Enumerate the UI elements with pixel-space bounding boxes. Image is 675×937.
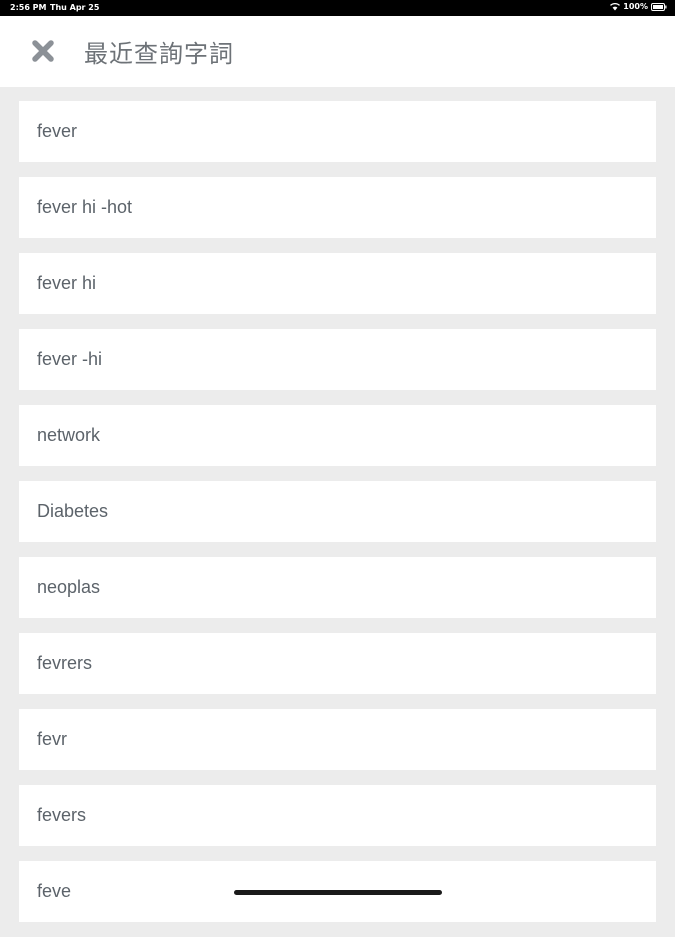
recent-search-label: fevers (37, 805, 87, 825)
recent-search-item[interactable]: fever (19, 101, 656, 162)
close-icon[interactable] (29, 37, 57, 65)
battery-percent: 100% (623, 2, 648, 11)
recent-search-item[interactable]: Diabetes (19, 481, 656, 542)
recent-search-item[interactable]: neoplas (19, 557, 656, 618)
recent-search-item[interactable]: fevers (19, 785, 656, 846)
status-date: Thu Apr 25 (50, 3, 100, 12)
recent-searches-list: fever fever hi -hot fever hi fever -hi netwo… (19, 101, 656, 937)
battery-icon (651, 2, 667, 11)
recent-search-label: feve (37, 881, 72, 901)
recent-search-item[interactable]: fevr (19, 709, 656, 770)
recent-search-label: Diabetes (37, 501, 109, 521)
recent-search-label: fever -hi (37, 349, 103, 369)
status-bar: 2:56 PM Thu Apr 25 100% (0, 0, 675, 16)
status-time: 2:56 PM (10, 3, 47, 12)
recent-search-label: fevr (37, 729, 68, 749)
recent-search-label: network (37, 425, 101, 445)
header-bar: 最近查詢字詞 (0, 16, 675, 87)
recent-search-item[interactable]: fever hi -hot (19, 177, 656, 238)
wifi-icon (610, 3, 621, 11)
status-indicators: 100% (610, 2, 667, 11)
page-title: 最近查詢字詞 (84, 40, 234, 68)
recent-search-label: fever hi (37, 273, 97, 293)
recent-search-item[interactable]: fever hi (19, 253, 656, 314)
recent-search-item[interactable]: fever -hi (19, 329, 656, 390)
recent-search-item[interactable]: network (19, 405, 656, 466)
recent-search-label: fevrers (37, 653, 93, 673)
recent-search-label: neoplas (37, 577, 101, 597)
home-indicator[interactable] (234, 890, 442, 895)
recent-search-item[interactable]: fevrers (19, 633, 656, 694)
recent-search-label: fever hi -hot (37, 197, 133, 217)
recent-search-label: fever (37, 121, 78, 141)
